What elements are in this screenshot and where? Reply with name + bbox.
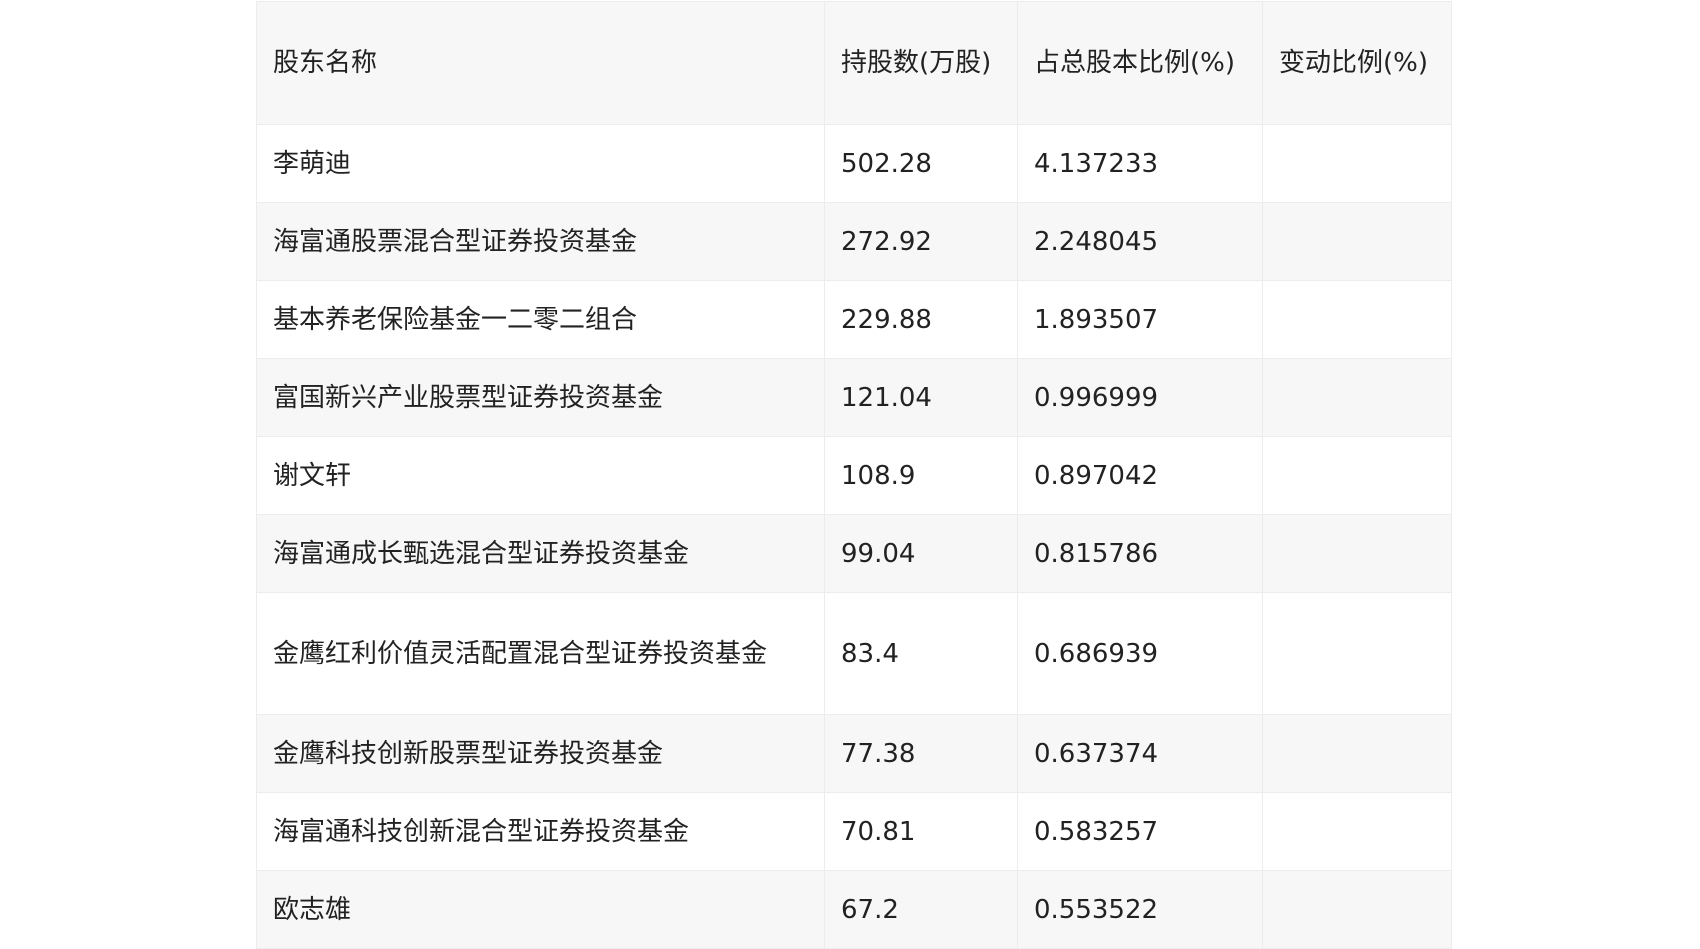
cell-shares: 83.4 bbox=[824, 592, 1018, 715]
table-row: 金鹰红利价值灵活配置混合型证券投资基金 83.4 0.686939 bbox=[256, 592, 1452, 715]
table-row: 海富通科技创新混合型证券投资基金 70.81 0.583257 bbox=[256, 792, 1452, 871]
cell-name: 海富通科技创新混合型证券投资基金 bbox=[256, 792, 825, 871]
table-row: 富国新兴产业股票型证券投资基金 121.04 0.996999 bbox=[256, 358, 1452, 437]
cell-ratio: 0.996999 bbox=[1017, 358, 1263, 437]
cell-name: 李萌迪 bbox=[256, 124, 825, 203]
header-change: 变动比例(%) bbox=[1262, 1, 1452, 125]
cell-change bbox=[1262, 592, 1452, 715]
cell-change bbox=[1262, 714, 1452, 793]
header-ratio: 占总股本比例(%) bbox=[1017, 1, 1263, 125]
cell-name: 金鹰科技创新股票型证券投资基金 bbox=[256, 714, 825, 793]
cell-ratio: 4.137233 bbox=[1017, 124, 1263, 203]
cell-change bbox=[1262, 358, 1452, 437]
table-row: 海富通成长甄选混合型证券投资基金 99.04 0.815786 bbox=[256, 514, 1452, 593]
cell-change bbox=[1262, 514, 1452, 593]
cell-change bbox=[1262, 280, 1452, 359]
cell-ratio: 2.248045 bbox=[1017, 202, 1263, 281]
cell-shares: 502.28 bbox=[824, 124, 1018, 203]
cell-change bbox=[1262, 870, 1452, 949]
table-row: 欧志雄 67.2 0.553522 bbox=[256, 870, 1452, 949]
table-header: 股东名称 持股数(万股) 占总股本比例(%) 变动比例(%) bbox=[256, 1, 1452, 125]
cell-shares: 121.04 bbox=[824, 358, 1018, 437]
cell-name: 金鹰红利价值灵活配置混合型证券投资基金 bbox=[256, 592, 825, 715]
table-row: 基本养老保险基金一二零二组合 229.88 1.893507 bbox=[256, 280, 1452, 359]
cell-shares: 67.2 bbox=[824, 870, 1018, 949]
cell-name: 海富通成长甄选混合型证券投资基金 bbox=[256, 514, 825, 593]
table-row: 谢文轩 108.9 0.897042 bbox=[256, 436, 1452, 515]
cell-shares: 77.38 bbox=[824, 714, 1018, 793]
cell-name: 海富通股票混合型证券投资基金 bbox=[256, 202, 825, 281]
cell-shares: 70.81 bbox=[824, 792, 1018, 871]
cell-change bbox=[1262, 202, 1452, 281]
shareholder-table-container: 股东名称 持股数(万股) 占总股本比例(%) 变动比例(%) 李萌迪 502.2… bbox=[256, 1, 1452, 949]
cell-change bbox=[1262, 792, 1452, 871]
cell-name: 谢文轩 bbox=[256, 436, 825, 515]
table-row: 海富通股票混合型证券投资基金 272.92 2.248045 bbox=[256, 202, 1452, 281]
header-row: 股东名称 持股数(万股) 占总股本比例(%) 变动比例(%) bbox=[256, 1, 1452, 125]
cell-name: 基本养老保险基金一二零二组合 bbox=[256, 280, 825, 359]
cell-shares: 108.9 bbox=[824, 436, 1018, 515]
cell-ratio: 0.815786 bbox=[1017, 514, 1263, 593]
table-row: 金鹰科技创新股票型证券投资基金 77.38 0.637374 bbox=[256, 714, 1452, 793]
cell-ratio: 0.637374 bbox=[1017, 714, 1263, 793]
cell-shares: 229.88 bbox=[824, 280, 1018, 359]
header-shares: 持股数(万股) bbox=[824, 1, 1018, 125]
cell-ratio: 0.686939 bbox=[1017, 592, 1263, 715]
cell-shares: 99.04 bbox=[824, 514, 1018, 593]
cell-change bbox=[1262, 124, 1452, 203]
header-shareholder-name: 股东名称 bbox=[256, 1, 825, 125]
cell-change bbox=[1262, 436, 1452, 515]
cell-ratio: 0.553522 bbox=[1017, 870, 1263, 949]
table-row: 李萌迪 502.28 4.137233 bbox=[256, 124, 1452, 203]
cell-ratio: 0.583257 bbox=[1017, 792, 1263, 871]
cell-shares: 272.92 bbox=[824, 202, 1018, 281]
table-body: 李萌迪 502.28 4.137233 海富通股票混合型证券投资基金 272.9… bbox=[256, 124, 1452, 949]
cell-ratio: 0.897042 bbox=[1017, 436, 1263, 515]
shareholder-table: 股东名称 持股数(万股) 占总股本比例(%) 变动比例(%) 李萌迪 502.2… bbox=[256, 1, 1452, 949]
cell-name: 欧志雄 bbox=[256, 870, 825, 949]
cell-name: 富国新兴产业股票型证券投资基金 bbox=[256, 358, 825, 437]
cell-ratio: 1.893507 bbox=[1017, 280, 1263, 359]
